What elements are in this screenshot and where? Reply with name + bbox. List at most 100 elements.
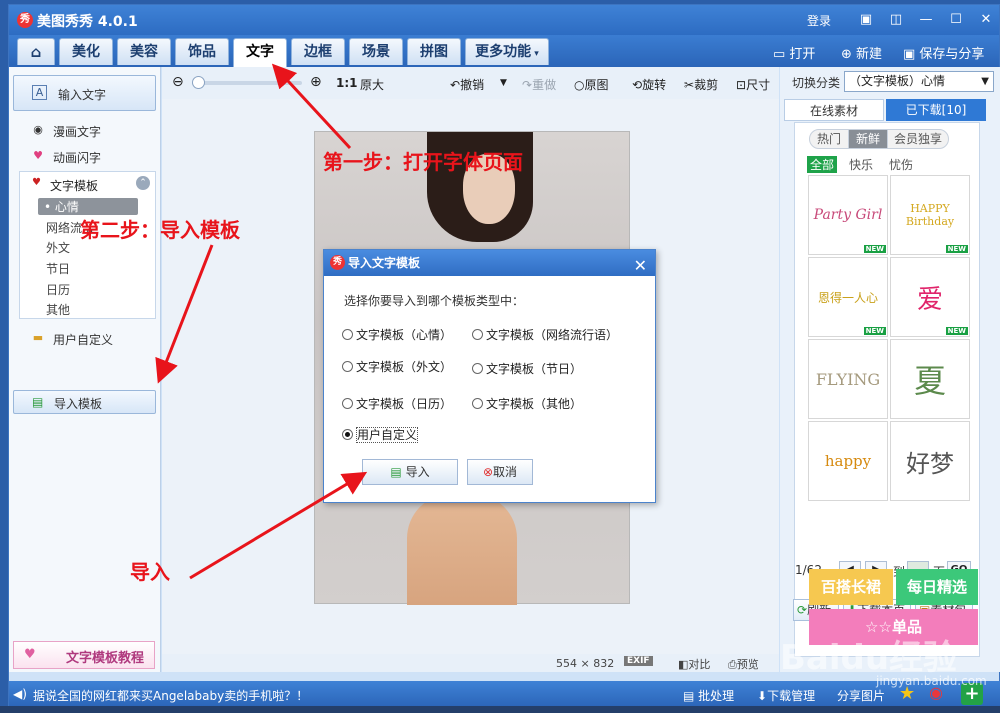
crop-button[interactable]: ✂裁剪 — [684, 76, 718, 93]
tab-beauty[interactable]: 美容 — [117, 38, 171, 65]
import-template-label: 导入模板 — [54, 397, 103, 411]
pill-hot[interactable]: 热门 — [809, 129, 849, 149]
sub-item-calendar[interactable]: 日历 — [46, 281, 70, 298]
original-size-button[interactable]: 原大 — [360, 76, 384, 93]
filter-happy[interactable]: 快乐 — [849, 156, 873, 173]
comic-text-item[interactable]: 漫画文字 ◉ — [31, 123, 101, 140]
radio-circle — [472, 398, 483, 409]
template-thumb[interactable]: 好梦 — [890, 421, 970, 501]
text-icon: A — [32, 85, 47, 100]
tab-frame[interactable]: 边框 — [291, 38, 345, 65]
login-link[interactable]: 登录 — [807, 12, 831, 29]
close-icon[interactable]: ✕ — [973, 9, 999, 31]
new-badge: NEW — [863, 245, 886, 253]
rotate-button[interactable]: ⟲旋转 — [632, 76, 666, 93]
tab-collage[interactable]: 拼图 — [407, 38, 461, 65]
template-thumb[interactable]: happy — [808, 421, 888, 501]
radio-other[interactable]: 文字模板（其他） — [472, 395, 582, 412]
maximize-icon[interactable]: ☐ — [943, 9, 969, 31]
tab-beautify[interactable]: 美化 — [59, 38, 113, 65]
template-thumb[interactable]: 恩得一人心 NEW — [808, 257, 888, 337]
radio-mood[interactable]: 文字模板（心情） — [342, 326, 452, 343]
import-template-button[interactable]: ▤ 导入模板 — [13, 390, 156, 414]
tab-text[interactable]: 文字 — [233, 38, 287, 67]
skin-icon[interactable]: ◫ — [883, 9, 909, 31]
annotation-step1: 第一步：打开字体页面 — [323, 150, 523, 174]
ratio-button[interactable]: 1:1 — [336, 76, 358, 90]
minimize-icon[interactable]: — — [913, 9, 939, 31]
template-thumb[interactable]: Party Girl NEW — [808, 175, 888, 255]
input-text-button[interactable]: A 输入文字 — [13, 75, 156, 111]
template-thumb[interactable]: FLYING — [808, 339, 888, 419]
save-share-button[interactable]: ▣ 保存与分享 — [903, 43, 984, 62]
redo-button[interactable]: ↷重做 — [522, 76, 556, 93]
open-button[interactable]: ▭ 打开 — [773, 43, 815, 62]
radio-calendar[interactable]: 文字模板（日历） — [342, 395, 452, 412]
size-label: 尺寸 — [746, 78, 771, 92]
undo-dropdown-icon[interactable]: ▼ — [500, 78, 507, 88]
input-text-label: 输入文字 — [58, 88, 107, 102]
radio-foreign[interactable]: 文字模板（外文） — [342, 358, 452, 375]
new-button[interactable]: ⊕ 新建 — [841, 43, 882, 62]
dialog-prompt: 选择你要导入到哪个模板类型中： — [344, 294, 525, 308]
filter-sad[interactable]: 忧伤 — [889, 156, 913, 173]
banner-long-skirt[interactable]: 百搭长裙 — [809, 569, 893, 605]
share-picture-label[interactable]: 分享图片 — [837, 687, 885, 704]
preview-button[interactable]: ⎙预览 — [728, 656, 759, 672]
radio-internet-slang[interactable]: 文字模板（网络流行语） — [472, 326, 618, 343]
tab-scene[interactable]: 场景 — [349, 38, 403, 65]
template-thumb[interactable]: HAPPY Birthday NEW — [890, 175, 970, 255]
download-manager-button[interactable]: ⬇下载管理 — [757, 687, 815, 704]
redo-label: 重做 — [532, 78, 557, 92]
speech-bubble-icon: ◉ — [33, 123, 43, 136]
tutorial-button[interactable]: ♥ 文字模板教程 — [13, 641, 155, 669]
zoom-in-icon[interactable]: ⊕ — [310, 74, 322, 90]
custom-item[interactable]: 用户自定义 ▬ — [31, 331, 113, 348]
edit-toolbar: ⊖ ⊕ 1:1 原大 ↶撤销 ▼ ↷重做 ○原图 ⟲旋转 ✂裁剪 ⊡尺寸 — [162, 67, 779, 99]
category-select[interactable]: （文字模板）心情 ▼ — [844, 71, 994, 92]
compare-button[interactable]: ◧对比 — [678, 656, 710, 672]
pill-vip[interactable]: 会员独享 — [887, 129, 949, 149]
bottom-bar: ◀) 据说全国的网红都来买Angelababy卖的手机啦？！ ▤ 批处理 ⬇下载… — [9, 681, 1000, 707]
original-label: 原图 — [584, 78, 609, 92]
sub-item-foreign[interactable]: 外文 — [46, 239, 70, 256]
template-thumb[interactable]: 爱 NEW — [890, 257, 970, 337]
sub-item-mood[interactable]: • 心情 — [38, 198, 138, 215]
tab-online-material[interactable]: 在线素材 — [784, 99, 884, 121]
template-thumb[interactable]: 夏 — [890, 339, 970, 419]
sub-item-holiday[interactable]: 节日 — [46, 260, 70, 277]
tab-more[interactable]: 更多功能 ▾ — [465, 38, 549, 65]
undo-button[interactable]: ↶撤销 — [450, 76, 484, 93]
home-tab[interactable]: ⌂ — [17, 38, 55, 65]
dialog-import-button[interactable]: ▤ 导入 — [362, 459, 458, 485]
radio-custom[interactable]: 用户自定义 — [342, 426, 419, 443]
tab-accessories[interactable]: 饰品 — [175, 38, 229, 65]
feedback-icon[interactable]: ▣ — [853, 9, 879, 31]
banner-daily-picks[interactable]: 每日精选 — [896, 569, 978, 605]
redo-icon: ↷ — [522, 78, 533, 92]
dialog-cancel-button[interactable]: ⊗取消 — [467, 459, 533, 485]
zoom-slider[interactable] — [192, 76, 302, 89]
sub-item-other[interactable]: 其他 — [46, 301, 70, 318]
template-icon: ♥ — [32, 177, 41, 188]
animated-text-item[interactable]: 动画闪字 ♥ — [31, 149, 101, 166]
cancel-icon: ⊗ — [482, 465, 494, 479]
import-template-dialog: 秀 导入文字模板 ✕ 选择你要导入到哪个模板类型中： 文字模板（心情） 文字模板… — [323, 249, 656, 503]
text-template-label[interactable]: 文字模板 — [50, 177, 98, 194]
batch-button[interactable]: ▤ 批处理 — [683, 687, 734, 704]
news-ticker[interactable]: 据说全国的网红都来买Angelababy卖的手机啦？！ — [33, 687, 308, 704]
annotation-step3: 导入 — [130, 560, 170, 584]
dialog-cancel-label: 取消 — [493, 465, 518, 479]
filter-all[interactable]: 全部 — [807, 156, 838, 173]
radio-circle — [342, 361, 353, 372]
close-icon[interactable]: ✕ — [634, 253, 647, 279]
collapse-icon[interactable]: ⌃ — [136, 176, 150, 190]
original-button[interactable]: ○原图 — [574, 76, 609, 93]
tab-downloaded[interactable]: 已下载[10] — [886, 99, 986, 121]
zoom-out-icon[interactable]: ⊖ — [172, 74, 184, 90]
size-button[interactable]: ⊡尺寸 — [736, 76, 770, 93]
zoom-slider-knob[interactable] — [192, 76, 205, 89]
exif-button[interactable]: EXIF — [624, 656, 653, 666]
pill-fresh[interactable]: 新鲜 — [848, 129, 888, 149]
radio-holiday[interactable]: 文字模板（节日） — [472, 360, 582, 377]
